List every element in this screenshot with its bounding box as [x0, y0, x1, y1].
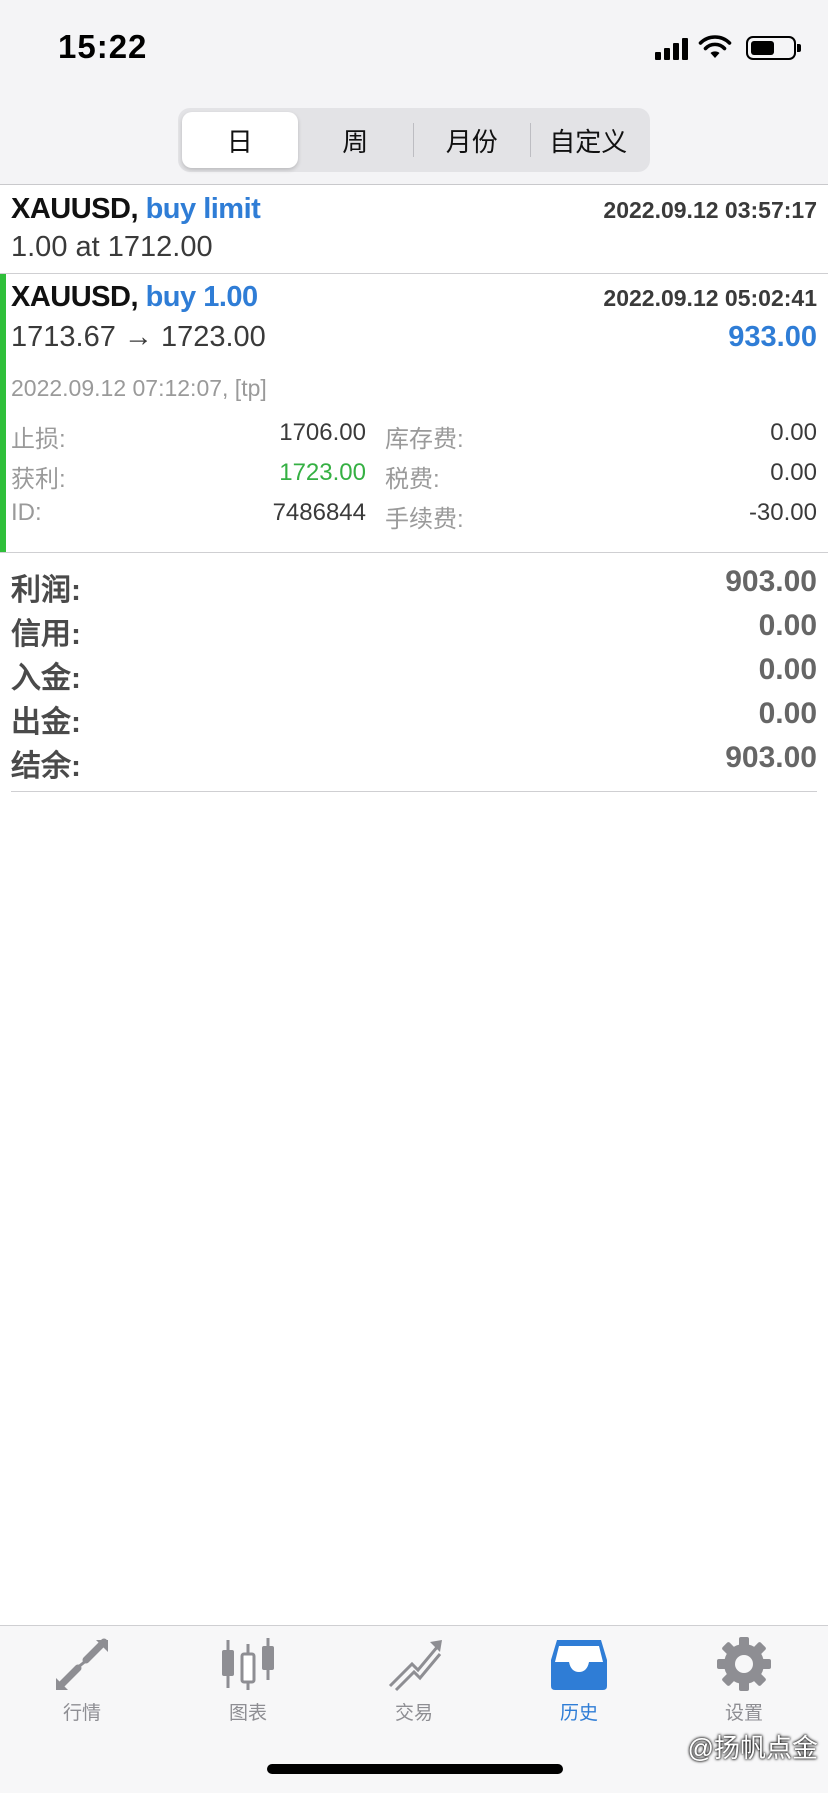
tax-value: 0.00 — [770, 459, 817, 486]
settings-icon — [717, 1637, 771, 1691]
summary-label: 出金: — [11, 706, 81, 739]
id-value: 7486844 — [272, 499, 366, 526]
deal-close-info: 2022.09.12 07:12:07, [tp] — [11, 375, 267, 401]
status-time: 15:22 — [58, 28, 148, 65]
tab-history[interactable]: 历史 — [529, 1636, 629, 1725]
segment-custom[interactable]: 自定义 — [531, 112, 647, 168]
tp-label: 获利: — [11, 466, 66, 493]
battery-icon — [746, 36, 801, 60]
summary-row-balance: 结余: 903.00 — [11, 741, 817, 785]
tab-label: 行情 — [62, 1703, 101, 1724]
summary: 利润: 903.00 信用: 0.00 入金: 0.00 出金: 0.00 结余… — [11, 565, 817, 792]
tab-settings[interactable]: 设置 — [694, 1636, 794, 1725]
swap-label: 库存费: — [385, 426, 464, 453]
order-row[interactable]: XAUUSD, buy limit 2022.09.12 03:57:17 1.… — [0, 185, 828, 274]
chart-icon — [222, 1638, 274, 1690]
summary-value: 903.00 — [725, 741, 817, 774]
wifi-icon — [698, 35, 732, 58]
summary-label: 信用: — [11, 618, 81, 651]
status-icons — [655, 34, 801, 60]
commission-value: -30.00 — [748, 499, 817, 526]
home-indicator — [267, 1764, 563, 1774]
tab-chart[interactable]: 图表 — [198, 1636, 298, 1725]
summary-row-profit: 利润: 903.00 — [11, 565, 817, 609]
summary-row-deposit: 入金: 0.00 — [11, 653, 817, 697]
tab-trade[interactable]: 交易 — [364, 1636, 464, 1725]
trade-icon — [388, 1640, 442, 1692]
period-segmented-control: 日 周 月份 自定义 — [178, 108, 650, 172]
summary-value: 0.00 — [758, 653, 817, 686]
deal-profit: 933.00 — [728, 321, 817, 353]
deal-title: XAUUSD, buy 1.00 — [11, 281, 258, 314]
order-title: XAUUSD, buy limit — [11, 193, 261, 226]
tp-value: 1723.00 — [279, 459, 366, 486]
deal-symbol: XAUUSD, — [11, 281, 139, 313]
swap-value: 0.00 — [770, 419, 817, 446]
segment-day[interactable]: 日 — [182, 112, 298, 168]
summary-label: 利润: — [11, 574, 81, 607]
tab-label: 历史 — [559, 1703, 598, 1724]
id-label: ID: — [11, 499, 42, 526]
history-icon — [551, 1640, 607, 1690]
deal-time: 2022.09.12 05:02:41 — [603, 285, 817, 311]
segment-month[interactable]: 月份 — [414, 112, 530, 168]
tab-label: 图表 — [228, 1703, 267, 1724]
tab-label: 交易 — [394, 1703, 433, 1724]
cellular-signal-icon — [655, 36, 688, 60]
battery-fill — [751, 41, 774, 55]
sl-label: 止损: — [11, 426, 66, 453]
tab-quotes[interactable]: 行情 — [32, 1636, 132, 1725]
order-symbol: XAUUSD, — [11, 193, 139, 225]
segment-week[interactable]: 周 — [298, 112, 414, 168]
summary-label: 结余: — [11, 750, 81, 783]
quotes-icon — [56, 1638, 108, 1690]
header: 15:22 日 周 月份 自定义 — [0, 0, 828, 185]
summary-value: 0.00 — [758, 609, 817, 642]
summary-row-credit: 信用: 0.00 — [11, 609, 817, 653]
tax-label: 税费: — [385, 466, 440, 493]
summary-value: 903.00 — [725, 565, 817, 598]
deal-accent-bar — [0, 274, 6, 552]
deal-row[interactable]: XAUUSD, buy 1.00 2022.09.12 05:02:41 171… — [0, 274, 828, 553]
commission-label: 手续费: — [385, 506, 464, 533]
sl-value: 1706.00 — [279, 419, 366, 446]
summary-row-withdrawal: 出金: 0.00 — [11, 697, 817, 741]
summary-label: 入金: — [11, 662, 81, 695]
order-price-line: 1.00 at 1712.00 — [11, 231, 213, 263]
order-time: 2022.09.12 03:57:17 — [603, 197, 817, 223]
deal-price-line: 1713.67 → 1723.00 — [11, 321, 266, 353]
summary-value: 0.00 — [758, 697, 817, 730]
deal-action: buy 1.00 — [145, 281, 259, 313]
watermark: @扬帆点金 — [687, 1733, 818, 1763]
tab-label: 设置 — [724, 1703, 763, 1724]
order-action: buy limit — [145, 193, 261, 225]
